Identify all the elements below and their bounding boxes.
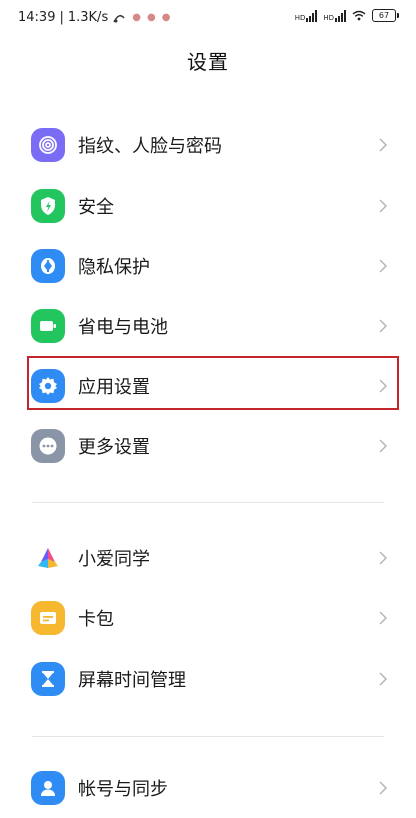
network-speed: 1.3K/s xyxy=(67,10,109,25)
menu-item-label: 更多设置 xyxy=(78,437,150,458)
chevron-right-icon xyxy=(379,611,388,625)
menu-item-label: 指纹、人脸与密码 xyxy=(78,136,222,157)
chevron-right-icon xyxy=(379,199,388,213)
selection-highlight-frame xyxy=(27,356,399,410)
chevron-right-icon xyxy=(379,259,388,273)
privacy-icon xyxy=(31,249,65,283)
status-left: 14:39 | 1.3K/s ● ● ● xyxy=(18,10,171,25)
menu-item-label: 省电与电池 xyxy=(78,317,168,338)
menu-item-label: 屏幕时间管理 xyxy=(78,670,186,691)
menu-item-label: 安全 xyxy=(78,197,114,218)
menu-item-xiaoai[interactable]: 小爱同学 xyxy=(0,528,416,588)
more-icon xyxy=(31,429,65,463)
notification-dot-icon: ● xyxy=(161,12,171,23)
notification-dot-icon: ● xyxy=(132,12,141,23)
menu-item-privacy[interactable]: 隐私保护 xyxy=(0,236,416,296)
chevron-right-icon xyxy=(379,551,388,565)
menu-item-screen-time[interactable]: 屏幕时间管理 xyxy=(0,649,416,709)
wifi-icon xyxy=(352,10,366,21)
status-time: 14:39 xyxy=(18,10,56,25)
xiaoai-icon xyxy=(31,541,65,575)
fingerprint-icon xyxy=(31,128,65,162)
chevron-right-icon xyxy=(379,319,388,333)
menu-item-account-sync[interactable]: 帐号与同步 xyxy=(0,758,416,818)
chevron-right-icon xyxy=(379,672,388,686)
sim1-signal-icon: HD xyxy=(295,9,318,22)
notification-dot-icon: ● xyxy=(146,12,156,23)
chevron-right-icon xyxy=(379,138,388,152)
status-bar: 14:39 | 1.3K/s ● ● ● HD HD 67 xyxy=(0,0,416,36)
page-title: 设置 xyxy=(187,50,229,74)
section-divider xyxy=(32,502,384,503)
menu-item-wallet[interactable]: 卡包 xyxy=(0,588,416,648)
hourglass-icon xyxy=(31,662,65,696)
section-divider xyxy=(32,736,384,737)
app-notification-icon xyxy=(113,14,125,22)
menu-item-label: 小爱同学 xyxy=(78,549,150,570)
menu-item-battery[interactable]: 省电与电池 xyxy=(0,296,416,356)
wallet-icon xyxy=(31,601,65,635)
menu-item-label: 隐私保护 xyxy=(78,257,150,278)
menu-item-label: 帐号与同步 xyxy=(78,779,168,800)
menu-item-label: 卡包 xyxy=(78,609,114,630)
menu-item-more-settings[interactable]: 更多设置 xyxy=(0,416,416,476)
menu-item-security[interactable]: 安全 xyxy=(0,176,416,236)
battery-icon: 67 xyxy=(372,9,399,22)
shield-icon xyxy=(31,189,65,223)
menu-item-fingerprint-face-password[interactable]: 指纹、人脸与密码 xyxy=(0,115,416,175)
chevron-right-icon xyxy=(379,439,388,453)
sim2-signal-icon: HD xyxy=(323,9,346,22)
battery-icon xyxy=(31,309,65,343)
status-right: HD HD 67 xyxy=(295,9,399,22)
chevron-right-icon xyxy=(379,781,388,795)
